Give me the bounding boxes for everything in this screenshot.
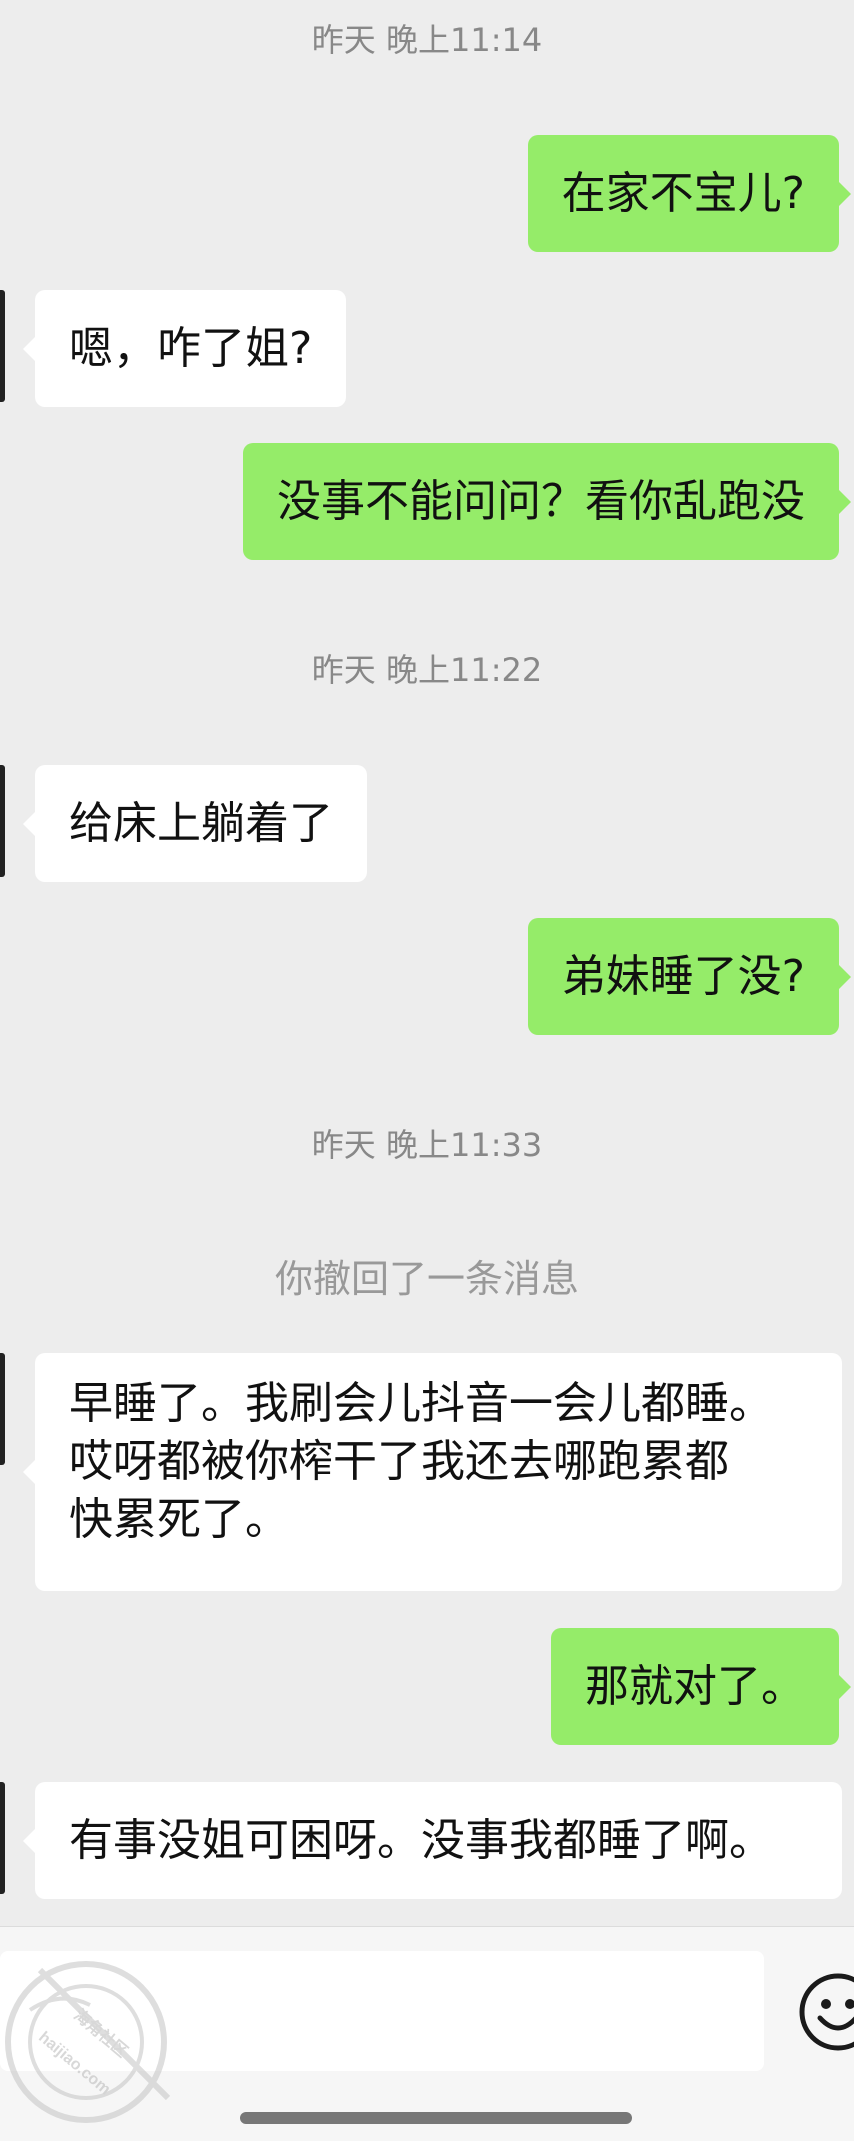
received-message-bubble[interactable]: 早睡了。我刷会儿抖音一会儿都睡。 哎呀都被你榨干了我还去哪跑累都 快累死了。 <box>23 1353 842 1591</box>
sent-message-bubble[interactable]: 弟妹睡了没? <box>527 918 852 1035</box>
received-message-bubble[interactable]: 有事没姐可困呀。没事我都睡了啊。 <box>23 1782 842 1899</box>
contact-avatar[interactable] <box>0 1353 5 1465</box>
received-message-bubble[interactable]: 给床上躺着了 <box>23 765 367 882</box>
chat-message-list[interactable]: 昨天 晚上11:14 在家不宝儿? 嗯，咋了姐? 没事不能问问？看你乱跑没 昨天… <box>0 0 854 1926</box>
timestamp: 昨天 晚上11:14 <box>311 21 543 59</box>
contact-avatar[interactable] <box>0 290 5 402</box>
recalled-message-notice: 你撤回了一条消息 <box>274 1257 579 1301</box>
message-line: 哎呀都被你榨干了我还去哪跑累都 <box>69 1436 729 1487</box>
smiley-face-icon[interactable] <box>798 1972 854 2052</box>
sent-message-bubble[interactable]: 没事不能问问？看你乱跑没 <box>243 443 851 560</box>
message-line: 早睡了。我刷会儿抖音一会儿都睡。 <box>69 1378 773 1429</box>
timestamp: 昨天 晚上11:33 <box>311 1126 543 1164</box>
watermark-circle-icon <box>5 1961 171 2123</box>
watermark-logo: 海角社区 haijiao.com <box>0 1950 180 2140</box>
sent-message-bubble[interactable]: 那就对了。 <box>551 1628 851 1745</box>
sent-message-bubble[interactable]: 在家不宝儿? <box>527 135 852 252</box>
timestamp: 昨天 晚上11:22 <box>311 651 543 689</box>
message-text: 早睡了。我刷会儿抖音一会儿都睡。 哎呀都被你榨干了我还去哪跑累都 快累死了。 <box>69 1375 773 1549</box>
message-line: 快累死了。 <box>69 1494 289 1545</box>
contact-avatar[interactable] <box>0 765 5 877</box>
contact-avatar[interactable] <box>0 1782 5 1894</box>
received-message-bubble[interactable]: 嗯，咋了姐? <box>22 290 347 407</box>
home-indicator[interactable] <box>240 2112 632 2124</box>
